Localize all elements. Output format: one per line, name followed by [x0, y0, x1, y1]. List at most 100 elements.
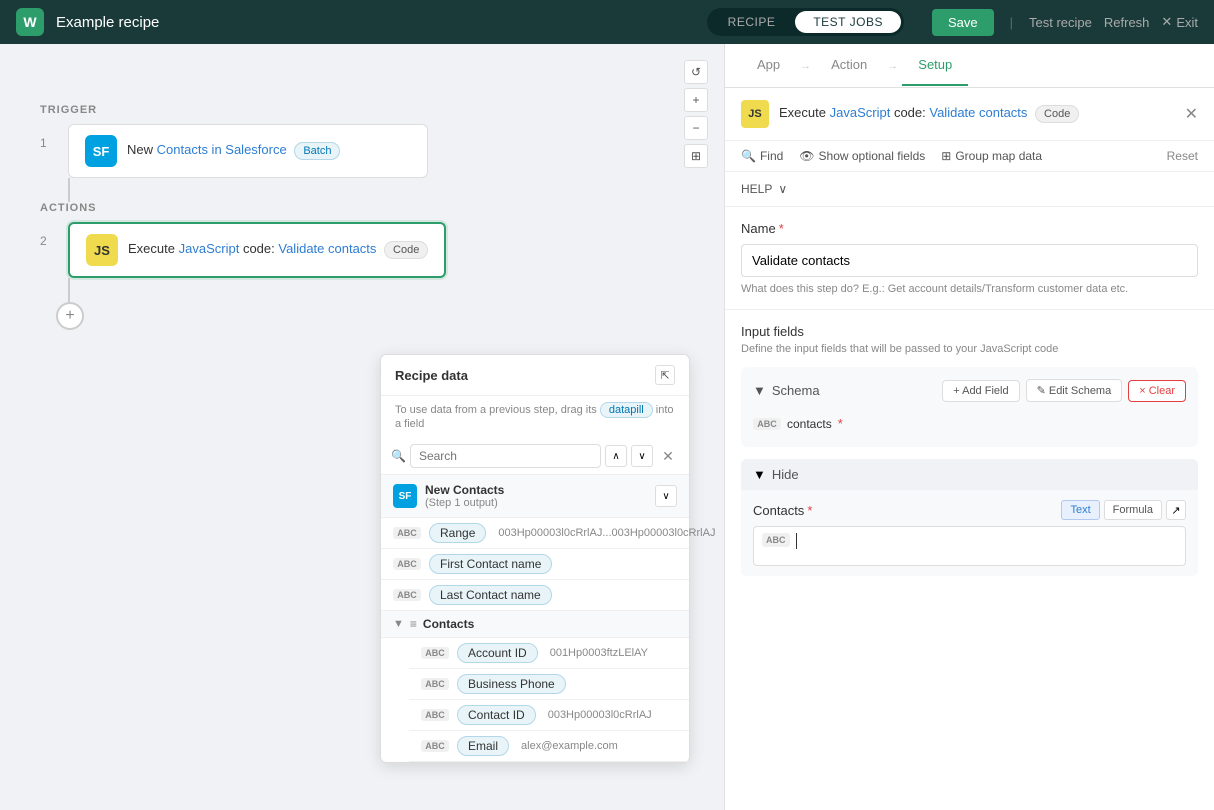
recipe-tab[interactable]: RECIPE — [710, 11, 794, 33]
canvas-zoom-in-btn[interactable]: + — [684, 88, 708, 112]
exit-link[interactable]: ✕ Exit — [1161, 14, 1198, 30]
clear-button[interactable]: × Clear — [1128, 380, 1186, 402]
test-recipe-link[interactable]: Test recipe — [1029, 15, 1092, 30]
step2-card[interactable]: JS Execute JavaScript code: Validate con… — [68, 222, 446, 278]
list-item[interactable]: ABC Email alex@example.com — [409, 731, 689, 762]
test-jobs-tab[interactable]: TEST JOBS — [795, 11, 901, 33]
right-panel-tabs: App → Action → Setup — [725, 44, 1214, 88]
list-item[interactable]: ABC Last Contact name — [381, 580, 689, 611]
recipe-data-expand-btn[interactable]: ⇱ — [655, 365, 675, 385]
edit-schema-button[interactable]: ✎ Edit Schema — [1026, 379, 1123, 402]
contacts-field-required-star: * — [807, 503, 812, 518]
contacts-abc-badge: ABC — [753, 418, 781, 430]
contacts-section-header[interactable]: ▼ ≡ Contacts — [381, 611, 689, 638]
expand-button[interactable]: ↗ — [1166, 500, 1186, 520]
connector-2 — [68, 278, 70, 302]
last-contact-pill[interactable]: Last Contact name — [429, 585, 552, 605]
trigger-label: TRIGGER — [40, 104, 97, 116]
add-field-button[interactable]: + Add Field — [942, 380, 1019, 402]
input-fields-hint: Define the input fields that will be pas… — [741, 343, 1198, 355]
search-prev-btn[interactable]: ∧ — [605, 445, 627, 467]
search-next-btn[interactable]: ∨ — [631, 445, 653, 467]
step-header-icon: JS — [741, 100, 769, 128]
trigger-row: 1 SF New Contacts in Salesforce Batch — [40, 124, 428, 178]
refresh-link[interactable]: Refresh — [1104, 15, 1150, 30]
step1-icon: SF — [85, 135, 117, 167]
recipe-canvas: ↺ + − ⊞ TRIGGER 1 SF New Contacts in Sal… — [0, 44, 724, 810]
top-navigation: W Example recipe RECIPE TEST JOBS Save |… — [0, 0, 1214, 44]
step-header-link1: JavaScript — [830, 105, 891, 120]
email-pill[interactable]: Email — [457, 736, 509, 756]
list-item[interactable]: ABC Contact ID 003Hp00003l0cRrlAJ — [409, 700, 689, 731]
step2-row: 2 JS Execute JavaScript code: Validate c… — [40, 222, 446, 278]
show-optional-fields-button[interactable]: 👁 Show optional fields — [799, 149, 925, 163]
arrow-1: → — [796, 60, 815, 72]
save-button[interactable]: Save — [932, 9, 994, 36]
range-pill[interactable]: Range — [429, 523, 486, 543]
name-input[interactable] — [741, 244, 1198, 277]
list-item[interactable]: ABC Business Phone — [409, 669, 689, 700]
list-item[interactable]: ABC Range 003Hp00003l0cRrlAJ...003Hp0000… — [381, 518, 689, 549]
recipe-data-search-row: 🔍 ∧ ∨ ✕ — [381, 438, 689, 475]
name-section: Name * What does this step do? E.g.: Get… — [725, 207, 1214, 310]
step2-text: Execute JavaScript code: Validate contac… — [128, 241, 428, 259]
step1-text: New Contacts in Salesforce Batch — [127, 142, 340, 160]
first-contact-pill[interactable]: First Contact name — [429, 554, 552, 574]
abc-badge: ABC — [393, 558, 421, 570]
schema-hide-toggle[interactable]: ▼ Schema — [753, 383, 820, 398]
name-hint: What does this step do? E.g.: Get accoun… — [741, 283, 1198, 295]
close-panel-button[interactable]: ✕ — [1185, 104, 1198, 124]
formula-button[interactable]: Formula — [1104, 500, 1162, 520]
account-id-pill[interactable]: Account ID — [457, 643, 538, 663]
text-button[interactable]: Text — [1061, 500, 1099, 520]
tab-action[interactable]: Action — [815, 45, 883, 86]
list-item[interactable]: ABC First Contact name — [381, 549, 689, 580]
help-toggle[interactable]: HELP ∨ — [741, 182, 1198, 196]
group-map-data-button[interactable]: ⊞ Group map data — [941, 149, 1042, 163]
name-label: Name * — [741, 221, 1198, 236]
step2-link1: JavaScript — [179, 241, 240, 256]
find-button[interactable]: 🔍 Find — [741, 149, 783, 163]
help-section: HELP ∨ — [725, 172, 1214, 207]
business-phone-pill[interactable]: Business Phone — [457, 674, 566, 694]
data-field-row: Contacts * Text Formula ↗ ABC — [741, 490, 1198, 576]
canvas-refresh-btn[interactable]: ↺ — [684, 60, 708, 84]
step2-icon: JS — [86, 234, 118, 266]
tab-app[interactable]: App — [741, 45, 796, 86]
schema-block: ▼ Schema + Add Field ✎ Edit Schema × Cle… — [741, 367, 1198, 447]
data-block-header[interactable]: ▼ Hide — [741, 459, 1198, 490]
schema-actions: + Add Field ✎ Edit Schema × Clear — [942, 379, 1186, 402]
email-value: alex@example.com — [521, 740, 618, 752]
contacts-required-star: * — [838, 416, 843, 431]
data-source-expand-btn[interactable]: ∨ — [655, 485, 677, 507]
contacts-input-area[interactable]: ABC — [753, 526, 1186, 566]
range-value: 003Hp00003l0cRrlAJ...003Hp00003l0cRrlAJ — [498, 527, 715, 539]
step1-card[interactable]: SF New Contacts in Salesforce Batch — [68, 124, 428, 178]
contacts-schema-label: contacts — [787, 417, 832, 431]
reset-button[interactable]: Reset — [1167, 149, 1198, 163]
step-header-row: JS Execute JavaScript code: Validate con… — [725, 88, 1214, 141]
data-source-name: New Contacts — [425, 483, 504, 497]
data-source-name-block: New Contacts (Step 1 output) — [425, 483, 504, 509]
contacts-field-label: Contacts * — [753, 503, 812, 518]
recipe-data-title: Recipe data — [395, 368, 468, 383]
canvas-zoom-out-btn[interactable]: − — [684, 116, 708, 140]
step1-link: Contacts in Salesforce — [157, 142, 287, 157]
data-block: ▼ Hide Contacts * Text Formula — [741, 459, 1198, 576]
contact-id-pill[interactable]: Contact ID — [457, 705, 536, 725]
data-hide-label: Hide — [772, 467, 799, 482]
main-layout: ↺ + − ⊞ TRIGGER 1 SF New Contacts in Sal… — [0, 44, 1214, 810]
contacts-section-label: Contacts — [423, 617, 474, 631]
list-item[interactable]: ABC Account ID 001Hp0003ftzLElAY — [409, 638, 689, 669]
datapill-indicator: datapill — [600, 402, 653, 418]
search-close-btn[interactable]: ✕ — [657, 445, 679, 467]
step2-badge: Code — [384, 241, 428, 259]
add-step-button[interactable]: + — [56, 302, 84, 330]
step-header-info: JS Execute JavaScript code: Validate con… — [741, 100, 1079, 128]
data-source-sub: (Step 1 output) — [425, 497, 504, 509]
recipe-data-panel: Recipe data ⇱ To use data from a previou… — [380, 354, 690, 763]
recipe-data-search-input[interactable] — [410, 444, 601, 468]
step2-link2: Validate contacts — [278, 241, 376, 256]
tab-setup[interactable]: Setup — [902, 45, 968, 86]
canvas-fit-btn[interactable]: ⊞ — [684, 144, 708, 168]
